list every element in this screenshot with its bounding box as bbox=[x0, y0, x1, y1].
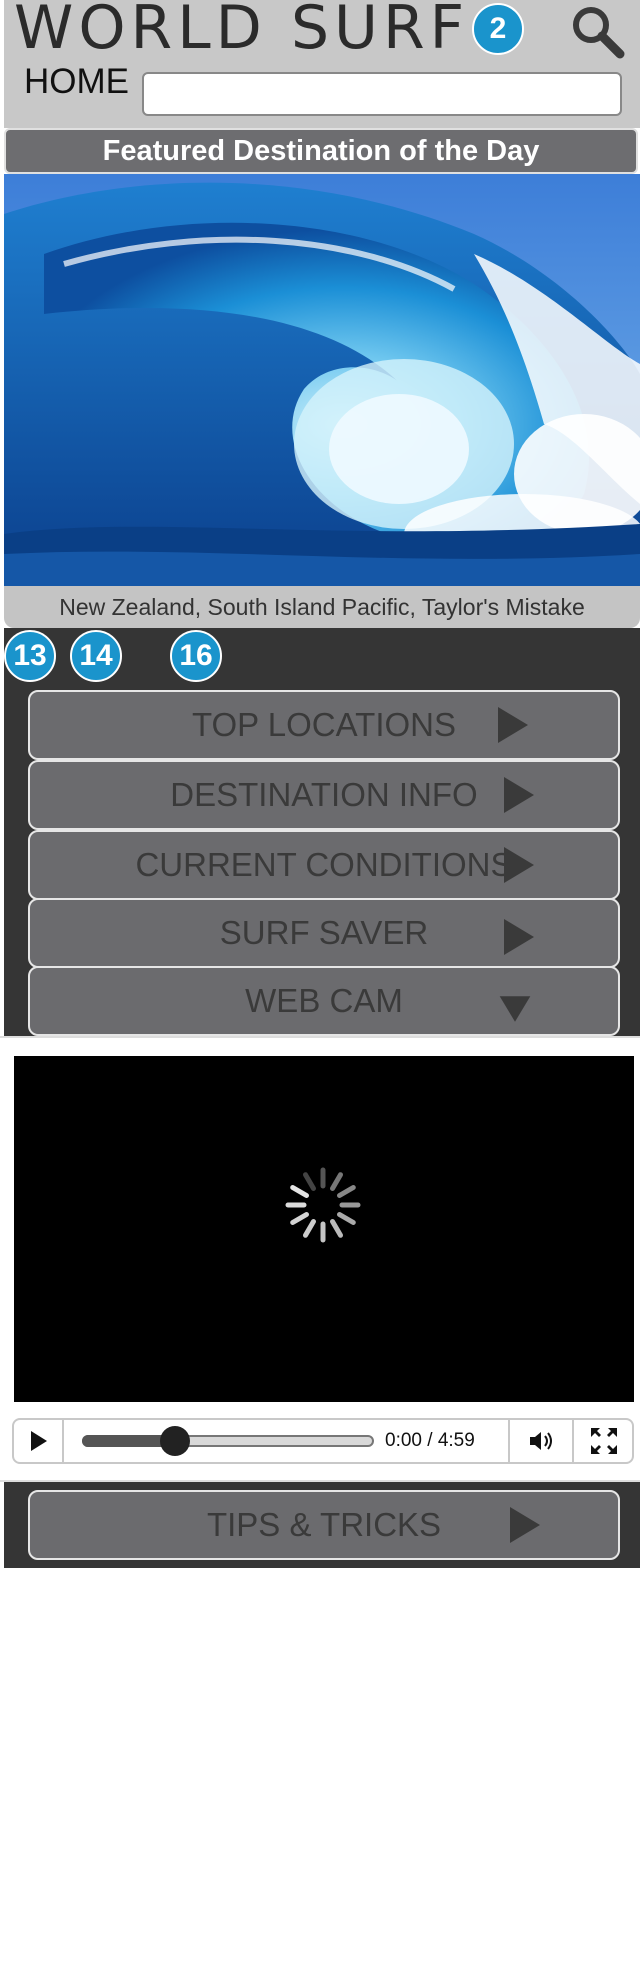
chevron-right-icon bbox=[502, 904, 536, 970]
annotation-badge-14: 14 bbox=[70, 630, 122, 682]
destination-caption: New Zealand, South Island Pacific, Taylo… bbox=[4, 586, 640, 628]
volume-icon bbox=[530, 1432, 552, 1450]
chevron-right-icon bbox=[496, 692, 530, 758]
featured-banner: Featured Destination of the Day bbox=[4, 128, 638, 174]
wave-image bbox=[4, 174, 640, 586]
annotation-badge-16: 16 bbox=[170, 630, 222, 682]
chevron-right-icon bbox=[508, 1492, 542, 1558]
chevron-right-icon bbox=[502, 762, 536, 828]
volume-button[interactable] bbox=[508, 1420, 572, 1462]
menu-button-surf-saver[interactable]: SURF SAVER bbox=[28, 898, 620, 968]
annotation-badge-2: 2 bbox=[472, 3, 524, 55]
menu-button-web-cam[interactable]: WEB CAM bbox=[28, 966, 620, 1036]
menu-button-top-locations[interactable]: TOP LOCATIONS bbox=[28, 690, 620, 760]
search-input[interactable] bbox=[142, 72, 622, 116]
fullscreen-button[interactable] bbox=[572, 1420, 634, 1462]
menu-button-current-conditions[interactable]: CURRENT CONDITIONS bbox=[28, 830, 620, 900]
home-link[interactable]: HOME bbox=[24, 62, 129, 102]
progress-thumb[interactable] bbox=[160, 1426, 190, 1456]
play-button[interactable] bbox=[14, 1420, 64, 1462]
chevron-right-icon bbox=[502, 832, 536, 898]
menu-button-tips-tricks[interactable]: TIPS & TRICKS bbox=[28, 1490, 620, 1560]
loading-spinner-icon bbox=[282, 1164, 364, 1246]
chevron-down-icon bbox=[498, 976, 532, 1042]
app-title: WORLD SURF bbox=[14, 0, 470, 63]
time-display: 0:00 / 4:59 bbox=[385, 1430, 475, 1451]
search-icon[interactable] bbox=[568, 2, 626, 60]
annotation-badge-13: 13 bbox=[4, 630, 56, 682]
fullscreen-icon bbox=[591, 1428, 617, 1454]
play-icon bbox=[31, 1431, 47, 1451]
menu-button-destination-info[interactable]: DESTINATION INFO bbox=[28, 760, 620, 830]
